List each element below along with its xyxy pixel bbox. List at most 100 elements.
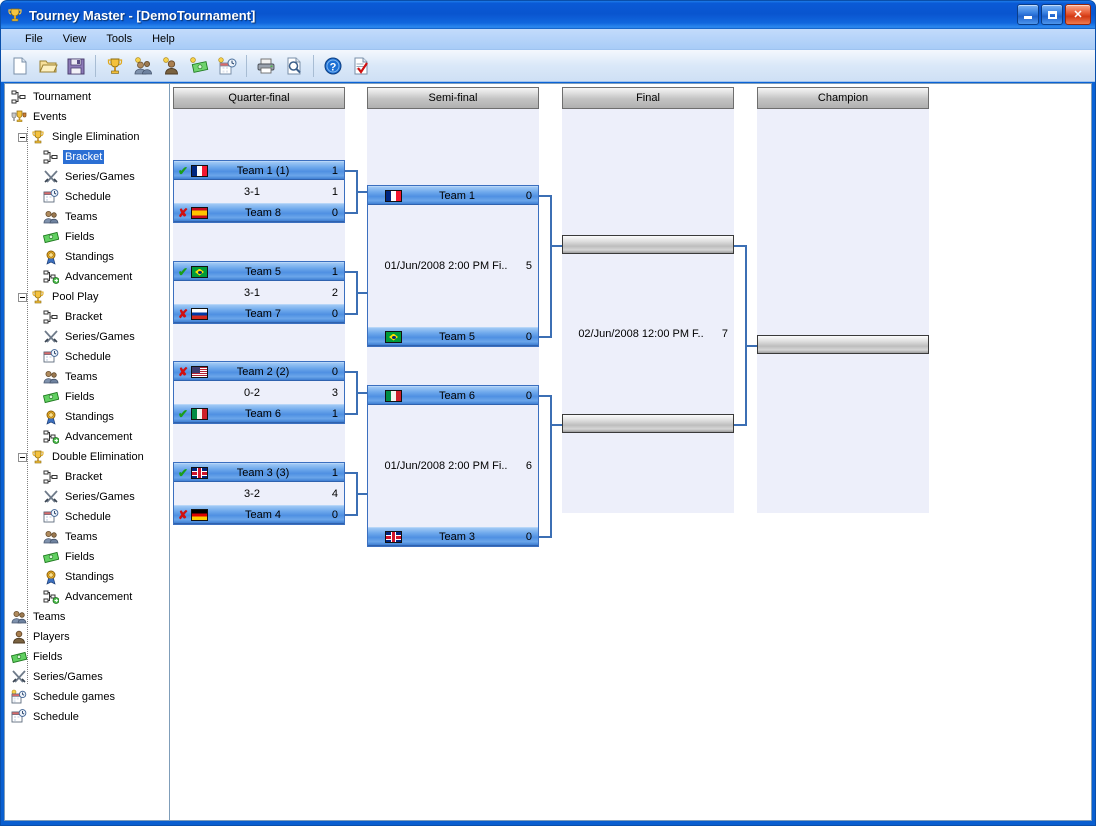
sidebar-item-label: Standings xyxy=(65,411,114,423)
sidebar-item-pool-play[interactable]: Pool Play xyxy=(7,287,169,307)
toolbar-separator xyxy=(313,54,314,77)
tree-collapse-toggle[interactable] xyxy=(18,452,27,462)
team-row[interactable]: ✘ Team 7 0 xyxy=(174,304,344,323)
sidebar-item-single-elimination[interactable]: Single Elimination xyxy=(7,127,169,147)
sidebar-item-label: Series/Games xyxy=(33,671,103,683)
team-row[interactable]: Team 3 0 xyxy=(368,527,538,546)
sidebar-item-advancement[interactable]: Advancement xyxy=(7,427,169,447)
sidebar-item-fields[interactable]: Fields xyxy=(7,387,169,407)
match-block: ✔ Team 1 (1) 1 3-1 1 ✘ Team 8 0 xyxy=(173,160,345,223)
help-icon[interactable]: ? xyxy=(320,53,346,79)
sidebar-item-schedule-games[interactable]: Schedule games xyxy=(7,687,169,707)
navigation-sidebar[interactable]: Tournament Events Single Elimination Bracke… xyxy=(4,83,169,821)
open-folder-icon[interactable] xyxy=(35,53,61,79)
bracket-connector xyxy=(550,424,562,426)
new-tournament-trophy-icon[interactable] xyxy=(102,53,128,79)
tree-collapse-toggle[interactable] xyxy=(18,292,27,302)
crossed-swords-icon xyxy=(43,329,59,345)
round-header[interactable]: Final xyxy=(562,87,734,109)
sidebar-item-advancement[interactable]: Advancement xyxy=(7,587,169,607)
sidebar-item-series-games[interactable]: Series/Games xyxy=(7,167,169,187)
flag-russia xyxy=(191,307,208,320)
loser-cross-icon: ✘ xyxy=(177,507,189,522)
minimize-button[interactable] xyxy=(1017,4,1039,25)
check-report-icon[interactable] xyxy=(348,53,374,79)
schedule-games-icon[interactable] xyxy=(214,53,240,79)
team-row[interactable] xyxy=(562,414,734,433)
team-row[interactable]: Team 1 0 xyxy=(368,186,538,205)
match-info-row[interactable]: 01/Jun/2008 2:00 PM Fi.. 5 xyxy=(368,205,538,327)
sidebar-item-series-games[interactable]: Series/Games xyxy=(7,487,169,507)
sidebar-item-label: Schedule xyxy=(65,191,111,203)
tree-collapse-toggle[interactable] xyxy=(18,132,27,142)
round-header[interactable]: Quarter-final xyxy=(173,87,345,109)
print-preview-icon[interactable] xyxy=(281,53,307,79)
bracket-pane[interactable]: Quarter-final ✔ Team 1 (1) 1 3-1 1 ✘ Team 8 0 ✔ Te… xyxy=(169,83,1092,821)
team-row[interactable]: ✘ Team 4 0 xyxy=(174,505,344,524)
team-row[interactable]: ✔ Team 6 1 xyxy=(174,404,344,423)
match-info-row[interactable]: 0-2 3 xyxy=(174,381,344,404)
new-field-icon[interactable] xyxy=(186,53,212,79)
team-row[interactable]: ✔ Team 5 1 xyxy=(174,262,344,281)
tree-guide-line xyxy=(27,127,28,684)
calendar-clock-icon xyxy=(43,349,59,365)
teams-icon xyxy=(11,609,27,625)
new-teams-icon[interactable] xyxy=(130,53,156,79)
navigation-tree[interactable]: Tournament Events Single Elimination Bracke… xyxy=(5,84,169,727)
sidebar-item-fields[interactable]: Fields xyxy=(7,647,169,667)
match-info-row[interactable]: 01/Jun/2008 2:00 PM Fi.. 6 xyxy=(368,405,538,527)
close-button[interactable]: ✕ xyxy=(1065,4,1091,25)
sidebar-item-events[interactable]: Events xyxy=(7,107,169,127)
match-info-row[interactable]: 3-2 4 xyxy=(174,482,344,505)
sidebar-item-schedule[interactable]: Schedule xyxy=(7,187,169,207)
sidebar-item-teams[interactable]: Teams xyxy=(7,207,169,227)
match-info-row[interactable]: 3-1 2 xyxy=(174,281,344,304)
team-row[interactable]: Team 5 0 xyxy=(368,327,538,346)
team-row[interactable]: ✘ Team 8 0 xyxy=(174,203,344,222)
sidebar-item-standings[interactable]: Standings xyxy=(7,407,169,427)
sidebar-item-bracket[interactable]: Bracket xyxy=(7,307,169,327)
new-player-icon[interactable] xyxy=(158,53,184,79)
team-row[interactable]: ✔ Team 1 (1) 1 xyxy=(174,161,344,180)
team-score: 0 xyxy=(525,530,532,543)
maximize-button[interactable] xyxy=(1041,4,1063,25)
round-header[interactable]: Semi-final xyxy=(367,87,539,109)
menu-tools[interactable]: Tools xyxy=(96,31,142,47)
sidebar-item-label: Advancement xyxy=(65,431,133,443)
team-row[interactable]: Team 6 0 xyxy=(368,386,538,405)
sidebar-item-fields[interactable]: Fields xyxy=(7,227,169,247)
sidebar-item-schedule[interactable]: Schedule xyxy=(7,707,169,727)
sidebar-item-teams[interactable]: Teams xyxy=(7,527,169,547)
team-row[interactable]: ✘ Team 2 (2) 0 xyxy=(174,362,344,381)
new-document-icon[interactable] xyxy=(7,53,33,79)
menu-view[interactable]: View xyxy=(53,31,97,47)
team-row[interactable] xyxy=(562,235,734,254)
sidebar-item-schedule[interactable]: Schedule xyxy=(7,347,169,367)
menu-help[interactable]: Help xyxy=(142,31,185,47)
sidebar-item-bracket[interactable]: Bracket xyxy=(7,147,169,167)
sidebar-item-bracket[interactable]: Bracket xyxy=(7,467,169,487)
team-row[interactable] xyxy=(757,335,929,354)
match-info-row[interactable]: 02/Jun/2008 12:00 PM F.. 7 xyxy=(562,254,734,414)
sidebar-item-fields[interactable]: Fields xyxy=(7,547,169,567)
save-floppy-icon[interactable] xyxy=(63,53,89,79)
menu-file[interactable]: File xyxy=(15,31,53,47)
sidebar-item-teams[interactable]: Teams xyxy=(7,367,169,387)
match-block: Team 6 0 01/Jun/2008 2:00 PM Fi.. 6 Team 3 0 xyxy=(367,385,539,547)
sidebar-item-tournament[interactable]: Tournament xyxy=(7,87,169,107)
match-info-row[interactable]: 3-1 1 xyxy=(174,180,344,203)
sidebar-item-label: Schedule xyxy=(33,711,79,723)
team-row[interactable]: ✔ Team 3 (3) 1 xyxy=(174,463,344,482)
round-header[interactable]: Champion xyxy=(757,87,929,109)
sidebar-item-players[interactable]: Players xyxy=(7,627,169,647)
sidebar-item-series-games[interactable]: Series/Games xyxy=(7,667,169,687)
medal-icon xyxy=(43,569,59,585)
sidebar-item-teams[interactable]: Teams xyxy=(7,607,169,627)
sidebar-item-standings[interactable]: Standings xyxy=(7,247,169,267)
sidebar-item-schedule[interactable]: Schedule xyxy=(7,507,169,527)
sidebar-item-advancement[interactable]: Advancement xyxy=(7,267,169,287)
sidebar-item-double-elimination[interactable]: Double Elimination xyxy=(7,447,169,467)
sidebar-item-series-games[interactable]: Series/Games xyxy=(7,327,169,347)
sidebar-item-standings[interactable]: Standings xyxy=(7,567,169,587)
print-icon[interactable] xyxy=(253,53,279,79)
